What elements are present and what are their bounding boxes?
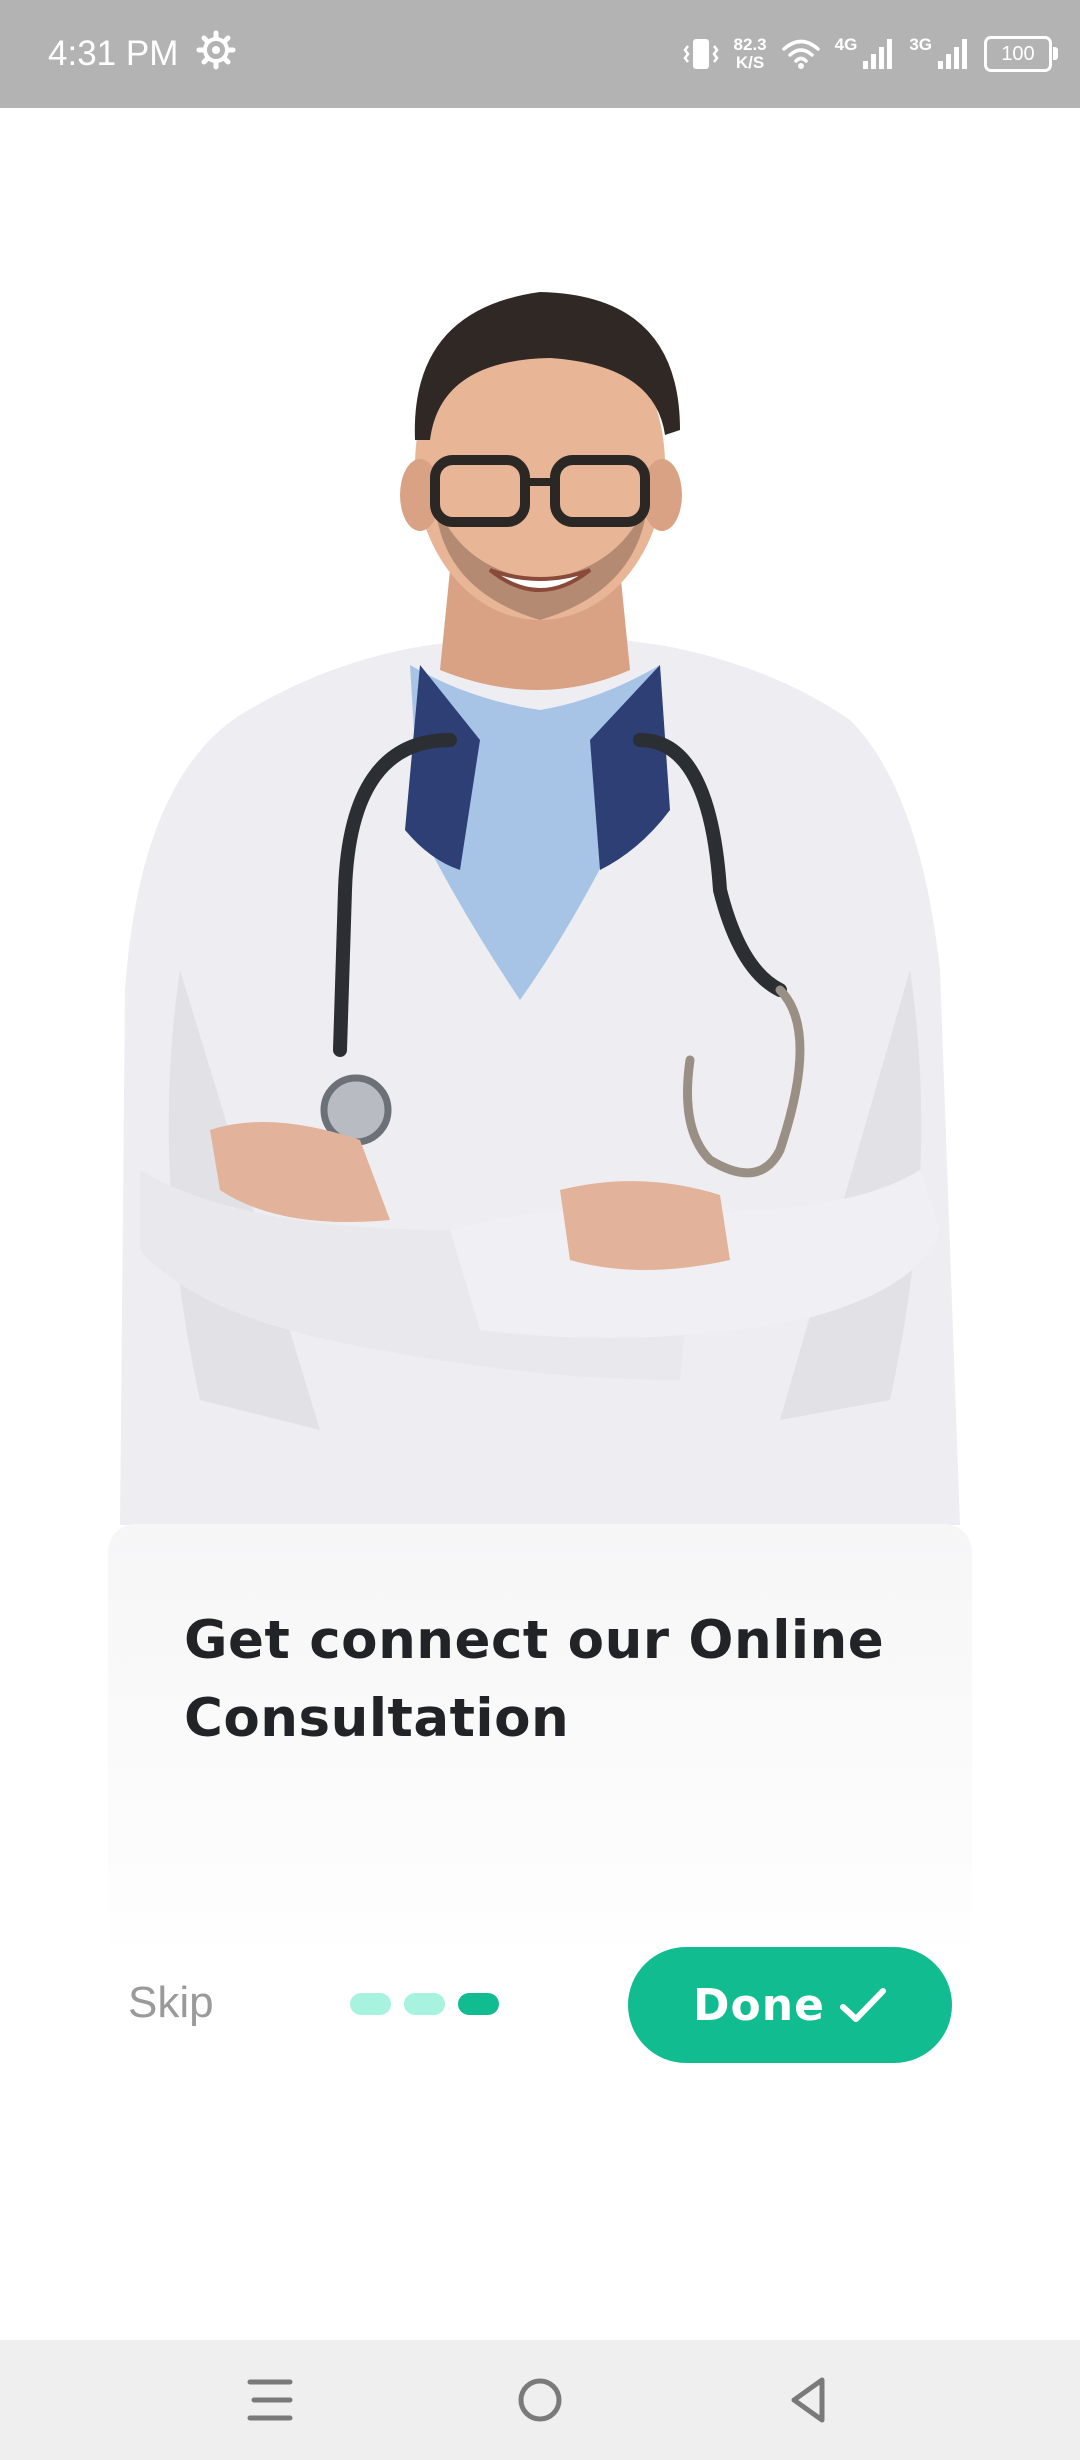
checkmark-icon (839, 1988, 886, 2022)
page-dot-3 (458, 1993, 499, 2015)
wifi-icon (781, 39, 820, 69)
menu-icon[interactable] (240, 2370, 300, 2430)
battery-level: 100 (1001, 42, 1035, 65)
vibrate-icon (682, 39, 719, 69)
onboarding-card: Get connect our Online Consultation (108, 1524, 972, 1944)
page-indicator (350, 1993, 499, 2015)
onboarding-title: Get connect our Online Consultation (184, 1610, 885, 1749)
page-dot-1 (350, 1993, 391, 2015)
done-label: Done (693, 1979, 825, 2031)
signal-icon (863, 39, 893, 69)
network-speed: 82.3 K/S (734, 36, 767, 72)
status-time: 4:31 PM (48, 34, 179, 73)
doctor-illustration (120, 292, 960, 1525)
status-bar: 4:31 PM 82.3 K/S 4G 3G 100 (0, 0, 1080, 108)
signal-icon (938, 39, 967, 69)
skip-button[interactable]: Skip (128, 1978, 214, 2028)
speed-value: 82.3 (733, 35, 767, 54)
done-button[interactable]: Done (628, 1947, 952, 2063)
home-icon[interactable] (510, 2370, 570, 2430)
navigation-bar (0, 2340, 1080, 2460)
page-dot-2 (404, 1993, 445, 2015)
network-type-1: 4G (834, 35, 858, 54)
status-icons: 82.3 K/S 4G 3G 100 (682, 28, 1058, 80)
network-type-2: 3G (909, 35, 932, 54)
battery-icon: 100 (984, 36, 1058, 72)
gear-icon (196, 30, 236, 70)
speed-unit: K/S (735, 53, 765, 72)
back-icon[interactable] (780, 2370, 840, 2430)
